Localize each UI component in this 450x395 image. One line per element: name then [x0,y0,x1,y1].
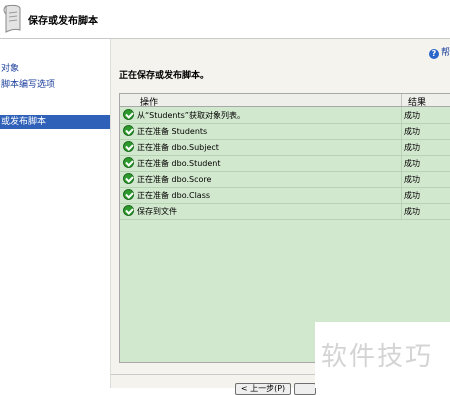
table-header: 操作 结果 [120,94,450,108]
cell-divider [401,123,402,139]
success-check-icon [123,125,134,136]
table-row[interactable]: 正在准备 dbo.Score 成功 [120,171,450,188]
cell-divider [401,139,402,155]
watermark-text: 软件技巧 [321,342,434,372]
help-label: 帮 [440,48,450,58]
sidebar-item-save-publish[interactable]: 或发布脚本 [0,115,110,129]
row-result[interactable]: 成功 [404,190,420,201]
success-check-icon [123,205,134,216]
row-operation: 正在准备 dbo.Subject [137,143,219,152]
success-check-icon [123,157,134,168]
row-result[interactable]: 成功 [404,142,420,153]
help-icon: ? [428,49,439,59]
row-result[interactable]: 成功 [404,158,420,169]
column-divider[interactable] [401,94,402,106]
row-operation: 正在准备 Students [137,127,208,136]
row-operation: 保存到文件 [137,207,177,216]
row-operation: 正在准备 dbo.Class [137,191,211,200]
help-link[interactable]: ? 帮 [428,45,450,59]
watermark: 软件技巧 [315,322,450,388]
cell-divider [401,107,402,123]
sidebar-item-script-options[interactable]: 脚本编写选项 [0,78,110,92]
page-title: 正在保存或发布脚本。 [119,71,210,81]
script-scroll-icon [3,4,21,33]
success-check-icon [123,173,134,184]
row-result[interactable]: 成功 [404,110,420,121]
row-result[interactable]: 成功 [404,126,420,137]
table-row[interactable]: 从“Students”获取对象列表。 成功 [120,107,450,124]
cell-divider [401,155,402,171]
row-operation: 正在准备 dbo.Student [137,159,221,168]
wizard-title: 保存或发布脚本 [28,16,98,27]
table-row[interactable]: 保存到文件 成功 [120,203,450,220]
cell-divider [401,203,402,219]
table-row[interactable]: 正在准备 dbo.Subject 成功 [120,139,450,156]
table-row[interactable]: 正在准备 dbo.Student 成功 [120,155,450,172]
success-check-icon [123,109,134,120]
row-result[interactable]: 成功 [404,174,420,185]
wizard-header: 保存或发布脚本 [0,0,450,39]
wizard-sidebar: 对象 脚本编写选项 或发布脚本 [0,39,111,388]
row-operation: 从“Students”获取对象列表。 [137,111,245,120]
table-row[interactable]: 正在准备 dbo.Class 成功 [120,187,450,204]
table-row[interactable]: 正在准备 Students 成功 [120,123,450,140]
success-check-icon [123,141,134,152]
success-check-icon [123,189,134,200]
next-button[interactable] [294,383,316,395]
cell-divider [401,187,402,203]
sidebar-item-objects[interactable]: 对象 [0,62,110,76]
cell-divider [401,171,402,187]
row-operation: 正在准备 dbo.Score [137,175,212,184]
previous-button[interactable]: < 上一步(P) [235,383,291,395]
row-result[interactable]: 成功 [404,206,420,217]
